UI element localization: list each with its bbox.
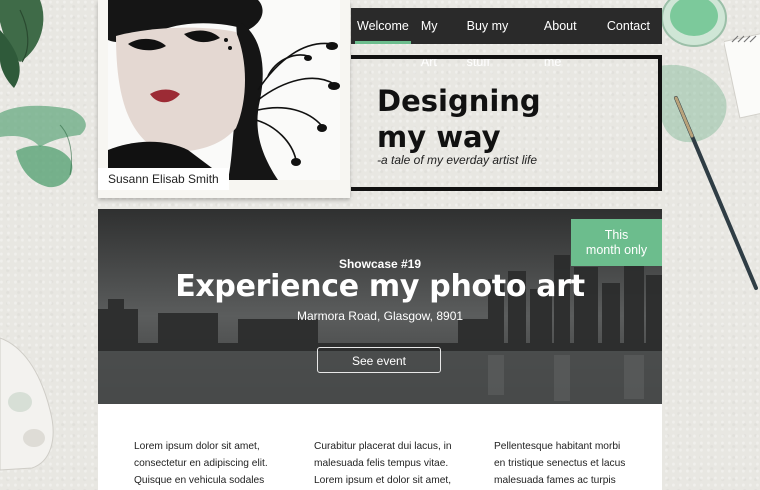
paintbrush bbox=[674, 96, 758, 290]
profile-name: Susann Elisab Smith bbox=[98, 168, 229, 190]
profile-card: Susann Elisab Smith bbox=[98, 0, 350, 198]
site-title: Designing my way bbox=[377, 83, 541, 155]
badge-line2: month only bbox=[585, 242, 648, 257]
column-2-line: Curabitur placerat dui lacus, in bbox=[314, 441, 452, 452]
column-3-line: malesuada fames ac turpis bbox=[494, 475, 616, 486]
nav-item-contact[interactable]: Contact bbox=[601, 8, 656, 44]
nav-item-buy-my-stuff[interactable]: Buy my stuff bbox=[461, 8, 538, 69]
nav-item-my-art[interactable]: My Art bbox=[415, 8, 461, 69]
hero-banner: This month only Showcase #19 Experience … bbox=[98, 209, 662, 404]
paint-jar bbox=[661, 0, 727, 47]
column-1-line: consectetur en adipiscing elit. bbox=[134, 458, 268, 469]
notepad bbox=[724, 32, 760, 119]
column-1-line: Quisque en vehicula sodales bbox=[134, 475, 265, 486]
site-title-line2: my way bbox=[377, 120, 501, 154]
column-2-line: malesuada felis tempus vitae. bbox=[314, 458, 449, 469]
column-3-line: en tristique senectus et lacus bbox=[494, 458, 626, 469]
see-event-button[interactable]: See event bbox=[317, 347, 441, 373]
portrait-illustration bbox=[108, 0, 340, 180]
paint-palette bbox=[0, 337, 54, 471]
badge-line1: This bbox=[604, 227, 629, 242]
content-column-2: Curabitur placerat dui lacus, in malesua… bbox=[314, 438, 454, 489]
profile-photo bbox=[108, 0, 340, 180]
main-nav: Welcome My Art Buy my stuff About me Con… bbox=[351, 8, 662, 69]
nav-item-welcome[interactable]: Welcome bbox=[351, 8, 415, 44]
hero-headline: Experience my photo art bbox=[175, 269, 585, 304]
column-3-line: Pellentesque habitant morbi bbox=[494, 441, 621, 452]
watercolor-splash-left bbox=[0, 105, 86, 188]
column-2-line: Lorem ipsum et dolor sit amet, bbox=[314, 475, 452, 486]
event-location: Marmora Road, Glasgow, 8901 bbox=[296, 309, 464, 323]
site-title-box: Designing my way -a tale of my everday a… bbox=[351, 55, 662, 191]
column-1-line: Lorem ipsum dolor sit amet, bbox=[134, 441, 260, 452]
nav-item-about-me[interactable]: About me bbox=[538, 8, 601, 69]
site-title-line1: Designing bbox=[377, 84, 541, 118]
content-section: Lorem ipsum dolor sit amet, consectetur … bbox=[98, 404, 662, 490]
site-subtitle: -a tale of my everday artist life bbox=[377, 153, 538, 167]
content-column-3: Pellentesque habitant morbi en tristique… bbox=[494, 438, 634, 489]
content-column-1: Lorem ipsum dolor sit amet, consectetur … bbox=[134, 438, 274, 489]
